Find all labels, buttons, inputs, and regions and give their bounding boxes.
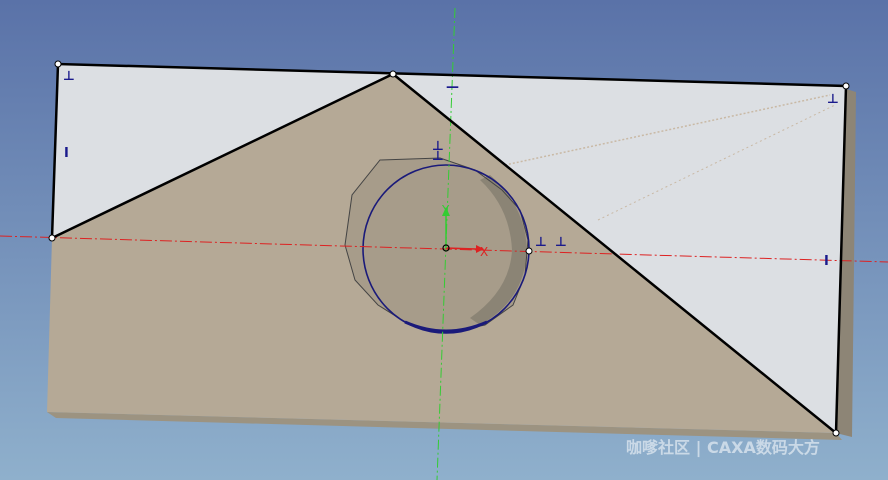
perpendicular-constraint-icon[interactable]: ⊥ xyxy=(432,149,444,164)
perpendicular-constraint-icon[interactable]: ⊥ xyxy=(63,69,75,84)
vertex-point[interactable] xyxy=(48,234,56,242)
horizontal-constraint-icon[interactable]: — xyxy=(446,80,459,95)
watermark-text: 咖嗲社区 | CAXA数码大方 xyxy=(626,438,820,458)
viewport-canvas[interactable]: ⊥ I — ⊥ I ⊥ ⊥ ⊥ ⊥ X Y 咖嗲社区 | CAXA数码大方 xyxy=(0,0,888,480)
vertex-point[interactable] xyxy=(389,70,397,78)
perpendicular-constraint-icon[interactable]: ⊥ xyxy=(827,92,839,107)
vertex-point[interactable] xyxy=(832,429,840,437)
vertical-constraint-icon[interactable]: I xyxy=(824,254,829,269)
x-axis-arrow xyxy=(445,247,477,250)
vertex-point[interactable] xyxy=(842,82,850,90)
vertex-point[interactable] xyxy=(525,247,533,255)
vertex-point[interactable] xyxy=(54,60,62,68)
perpendicular-constraint-icon[interactable]: ⊥ xyxy=(535,235,547,250)
y-axis-label: Y xyxy=(441,203,450,217)
3d-viewport[interactable]: ⊥ I — ⊥ I ⊥ ⊥ ⊥ ⊥ X Y 咖嗲社区 | CAXA数码大方 xyxy=(0,0,888,480)
perpendicular-constraint-icon[interactable]: ⊥ xyxy=(555,235,567,250)
vertical-constraint-icon[interactable]: I xyxy=(64,146,69,161)
x-axis-label: X xyxy=(480,245,488,259)
